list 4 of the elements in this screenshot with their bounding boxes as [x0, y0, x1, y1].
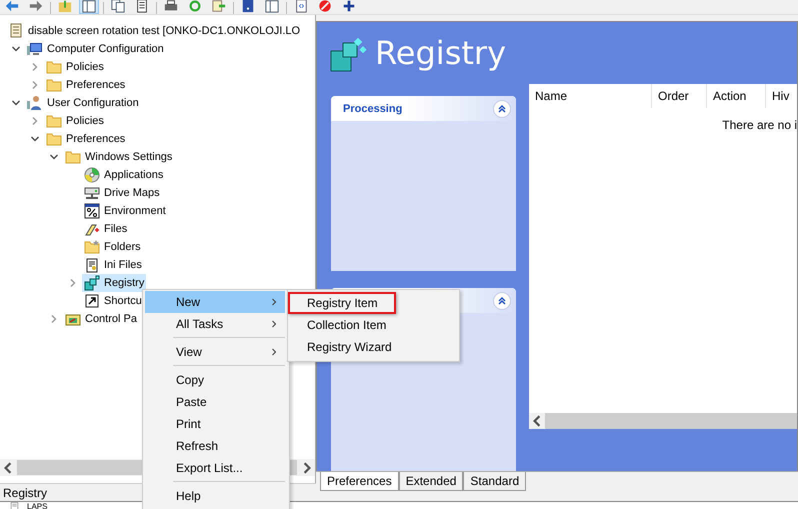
card-title: Processing — [343, 102, 404, 114]
empty-message: There are no i — [722, 118, 797, 133]
status-text: Registry — [3, 486, 48, 500]
panel-title: Registry — [375, 34, 506, 72]
